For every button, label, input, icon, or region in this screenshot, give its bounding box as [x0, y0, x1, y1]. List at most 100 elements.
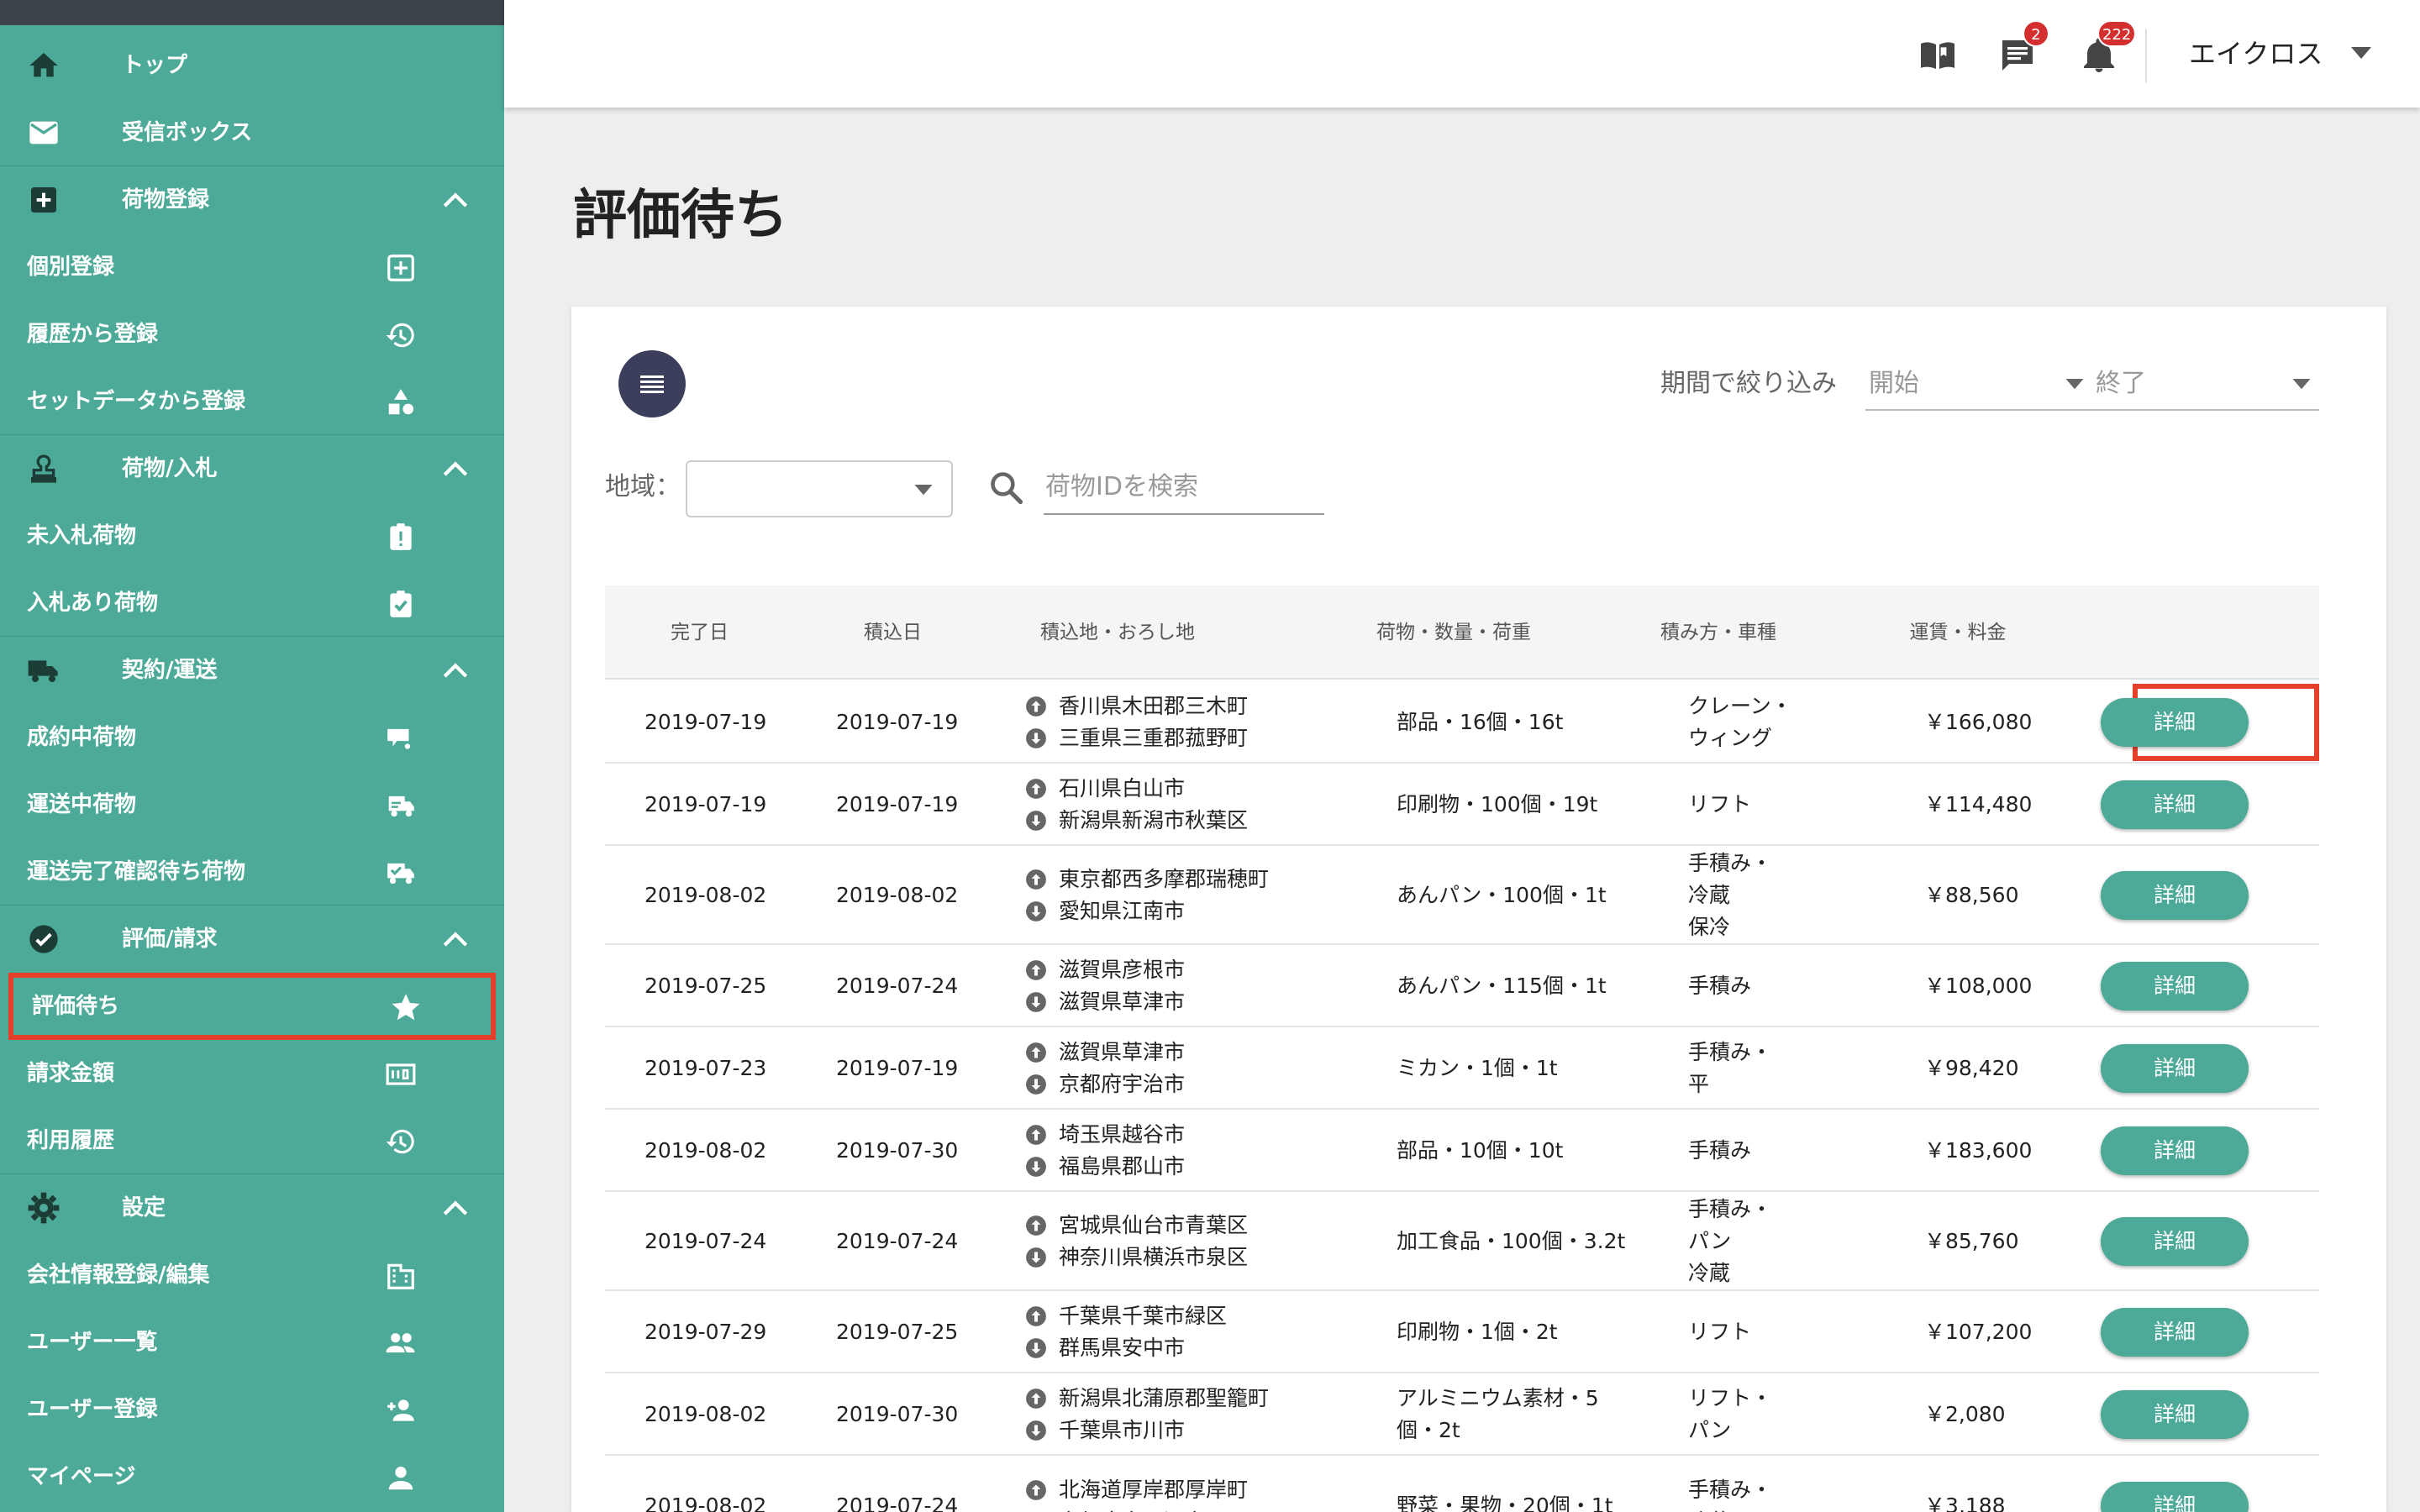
sidebar-item-label: 運送中荷物 [27, 792, 137, 817]
chevron-up-icon[interactable] [441, 1195, 470, 1221]
mail-icon [29, 121, 58, 144]
detail-button[interactable]: 詳細 [2101, 962, 2249, 1011]
detail-button[interactable]: 詳細 [2101, 1390, 2249, 1439]
sidebar-item-7[interactable]: 未入札荷物 [0, 502, 504, 570]
sidebar-item-19[interactable]: ユーザー一覧 [0, 1309, 504, 1376]
clipboard-alert-icon [390, 523, 412, 550]
method-cell: リフト [1688, 789, 1751, 821]
detail-button[interactable]: 詳細 [2101, 1044, 2249, 1093]
destination-text: 神奈川県横浜市泉区 [1059, 1245, 1249, 1269]
cargo-cell: アルミニウム素材・5 個・2t [1397, 1383, 1599, 1446]
sidebar-item-label: 荷物登録 [122, 187, 210, 213]
detail-button[interactable]: 詳細 [2101, 871, 2249, 920]
sidebar-item-8[interactable]: 入札あり荷物 [0, 570, 504, 637]
sidebar-item-label: 入札あり荷物 [27, 591, 159, 616]
route-origin: 滋賀県草津市 [1025, 1037, 1185, 1068]
arrow-down-circle-icon [1026, 1420, 1046, 1441]
arrow-up-circle-icon [1026, 1480, 1046, 1500]
sidebar-item-13[interactable]: 評価/請求 [0, 906, 504, 973]
end-date-select[interactable]: 終了 [2092, 355, 2319, 411]
table-row: 2019-08-022019-07-24北海道厚岸郡厚岸町京都府京田辺市野菜・果… [605, 1456, 2319, 1512]
loading-date-cell: 2019-07-30 [836, 1402, 959, 1426]
sidebar-item-18[interactable]: 会社情報登録/編集 [0, 1242, 504, 1309]
detail-button[interactable]: 詳細 [2101, 1126, 2249, 1175]
detail-button[interactable]: 詳細 [2101, 1308, 2249, 1357]
loading-date-cell: 2019-07-30 [836, 1138, 959, 1163]
origin-text: 石川県白山市 [1059, 776, 1186, 801]
sidebar-item-10[interactable]: 成約中荷物 [0, 704, 504, 771]
star-icon [392, 994, 420, 1021]
table-row: 2019-07-19 2019-07-19 香川県木田郡三木町 三重県三重郡菰野町 部品… [605, 681, 2319, 764]
sidebar-item-11[interactable]: 運送中荷物 [0, 771, 504, 838]
detail-button[interactable]: 詳細 [2101, 1482, 2249, 1512]
chevron-up-icon[interactable] [441, 187, 470, 213]
arrow-up-circle-icon [1026, 869, 1046, 890]
cargo-cell: ミカン・1個・1t [1397, 1053, 1558, 1084]
app-header: 2 222 エイクロス [504, 0, 2420, 108]
fare-cell: ￥183,600 [1924, 1138, 2033, 1163]
sidebar-item-14[interactable]: 評価待ち [8, 973, 496, 1040]
sidebar-item-12[interactable]: 運送完了確認待ち荷物 [0, 838, 504, 906]
method-line: 手積み [1688, 1138, 1752, 1163]
loading-date-cell: 2019-08-02 [836, 883, 959, 907]
detail-button[interactable]: 詳細 [2101, 780, 2249, 829]
loading-date-cell: 2019-07-24 [836, 974, 959, 998]
sidebar-item-label: 請求金額 [27, 1061, 115, 1086]
cargo-line: あんパン・115個・1t [1397, 974, 1607, 998]
sidebar-item-21[interactable]: マイページ [0, 1443, 504, 1510]
cargo-line: アルミニウム素材・5 [1397, 1386, 1599, 1410]
destination-text: 新潟県新潟市秋葉区 [1059, 808, 1249, 832]
chevron-up-icon[interactable] [441, 658, 470, 683]
search-icon [991, 472, 1023, 505]
fare-cell: ￥2,080 [1924, 1402, 2006, 1426]
detail-button[interactable]: 詳細 [2101, 1217, 2249, 1266]
sidebar-item-15[interactable]: 請求金額 [0, 1040, 504, 1107]
detail-button[interactable]: 詳細 [2101, 698, 2249, 747]
loading-date-cell: 2019-07-19 [836, 792, 959, 816]
route-cell: 香川県木田郡三木町 三重県三重郡菰野町 [1025, 690, 1248, 754]
sidebar-item-3[interactable]: 個別登録 [0, 234, 504, 301]
sidebar-item-label: 利用履歴 [27, 1128, 115, 1153]
cargo-line: 野菜・果物・20個・1t [1397, 1494, 1613, 1512]
column-header-fare: 運賃・料金 [1909, 622, 2007, 643]
sidebar-item-0[interactable]: トップ [0, 32, 504, 99]
completion-date-cell: 2019-07-24 [644, 1229, 767, 1253]
sidebar-item-17[interactable]: 設定 [0, 1174, 504, 1242]
truck-check-icon [387, 863, 414, 885]
cargo-cell: 印刷物・1個・2t [1397, 1316, 1558, 1348]
search-input[interactable]: 荷物IDを検索 [1044, 459, 1324, 515]
sidebar-item-20[interactable]: ユーザー登録 [0, 1376, 504, 1443]
method-cell: 手積み [1688, 970, 1751, 1002]
sidebar-item-1[interactable]: 受信ボックス [0, 99, 504, 166]
user-menu-name[interactable]: エイクロス [2189, 35, 2323, 72]
start-date-select[interactable]: 開始 [1865, 355, 2092, 411]
add-box-icon [31, 187, 56, 213]
sidebar-item-4[interactable]: 履歴から登録 [0, 301, 504, 368]
sidebar-item-6[interactable]: 荷物/入札 [0, 435, 504, 502]
region-select[interactable] [686, 460, 953, 517]
sidebar-item-5[interactable]: セットデータから登録 [0, 368, 504, 435]
route-destination: 神奈川県横浜市泉区 [1025, 1242, 1248, 1273]
arrow-down-circle-icon [1026, 1338, 1046, 1358]
loading-date-cell: 2019-07-25 [836, 1320, 959, 1344]
caret-down-icon[interactable] [2351, 47, 2371, 60]
book-icon[interactable] [1918, 35, 1958, 76]
menu-button[interactable] [618, 350, 686, 417]
route-destination: 愛知県江南市 [1025, 895, 1269, 927]
method-cell: リフト [1688, 1316, 1751, 1348]
add-square-icon [387, 255, 414, 281]
completion-date-cell: 2019-07-23 [644, 1056, 767, 1080]
table-row: 2019-08-02 2019-07-30 新潟県北蒲原郡聖籠町 千葉県市川市 アルミニ… [605, 1373, 2319, 1456]
sidebar-item-16[interactable]: 利用履歴 [0, 1107, 504, 1174]
method-cell: 手積み・冷蔵 [1688, 1474, 1772, 1512]
users-icon [386, 1333, 415, 1353]
chevron-up-icon[interactable] [441, 456, 470, 481]
sidebar-item-9[interactable]: 契約/運送 [0, 637, 504, 704]
caret-down-icon [914, 485, 933, 496]
chevron-up-icon[interactable] [441, 927, 470, 952]
sidebar-item-2[interactable]: 荷物登録 [0, 166, 504, 234]
destination-text: 滋賀県草津市 [1059, 990, 1186, 1014]
loading-date-cell: 2019-07-24 [836, 1494, 959, 1512]
building-icon [387, 1263, 414, 1289]
completion-date-cell: 2019-08-02 [644, 1138, 767, 1163]
